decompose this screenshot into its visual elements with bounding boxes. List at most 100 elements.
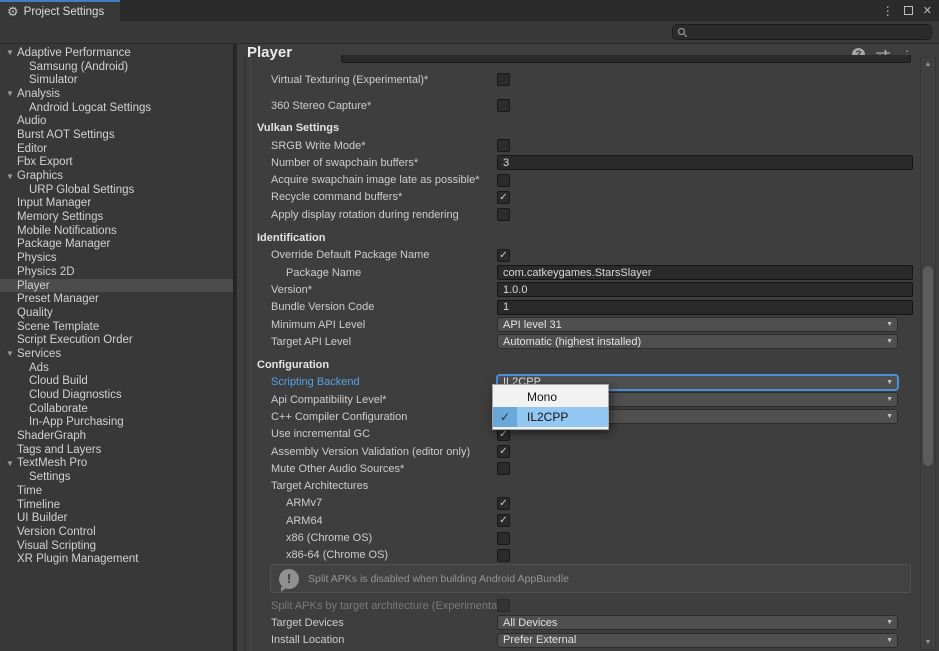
foldout-triangle-icon[interactable]: ▼ [4,89,17,98]
checkbox-apply-display-rotation-during-rendering[interactable] [497,208,510,222]
setting-label: C++ Compiler Configuration [271,410,408,423]
sidebar-item-mobile-notifications[interactable]: Mobile Notifications [0,224,233,238]
sidebar-item-input-manager[interactable]: Input Manager [0,197,233,211]
scrollbar-thumb[interactable] [923,266,933,466]
sidebar-item-fbx-export[interactable]: Fbx Export [0,156,233,170]
sidebar-item-analysis[interactable]: ▼ Analysis [0,87,233,101]
control-cell: ✓ [497,190,913,204]
dropdown-target-devices[interactable]: All Devices ▼ [497,615,898,631]
control-cell [497,599,913,613]
textfield-version[interactable] [497,282,913,298]
setting-label: Package Name [286,266,362,279]
foldout-triangle-icon[interactable]: ▼ [4,48,17,57]
checkbox-srgb-write-mode[interactable] [497,139,510,153]
dropdown-option-il2cpp[interactable]: ✓ IL2CPP [493,407,608,427]
dropdown-target-api-level[interactable]: Automatic (highest installed) ▼ [497,334,898,350]
setting-label: Mute Other Audio Sources* [271,462,405,475]
checkbox-assembly-version-validation-editor-only[interactable]: ✓ [497,445,510,459]
setting-row-srgb-write-mode: SRGB Write Mode* [237,137,913,154]
sidebar-item-quality[interactable]: Quality [0,306,233,320]
scroll-down-icon[interactable]: ▼ [921,639,935,646]
sidebar-item-tags-and-layers[interactable]: Tags and Layers [0,443,233,457]
setting-row-mute-other-audio-sources: Mute Other Audio Sources* [237,460,913,477]
foldout-triangle-icon[interactable]: ▼ [4,172,17,181]
control-cell [497,208,913,222]
sidebar-item-audio[interactable]: Audio [0,114,233,128]
sidebar-item-player[interactable]: Player [0,278,233,293]
sidebar-item-adaptive-performance[interactable]: ▼ Adaptive Performance [0,46,233,60]
checkmark-icon: ✓ [499,446,508,458]
vertical-scrollbar[interactable]: ▲ ▼ [920,57,936,650]
sidebar-item-package-manager[interactable]: Package Manager [0,238,233,252]
dropdown-install-location[interactable]: Prefer External ▼ [497,632,898,648]
sidebar-item-cloud-build[interactable]: Cloud Build [0,375,233,389]
info-message: Split APKs is disabled when building And… [308,572,569,585]
sidebar-item-graphics[interactable]: ▼ Graphics [0,169,233,183]
chevron-down-icon: ▼ [886,321,893,328]
search-box[interactable] [672,24,932,40]
checkbox-x86-chrome-os[interactable] [497,531,510,545]
sidebar-list: ▼ Adaptive Performance Samsung (Android) Si… [0,46,233,566]
dropdown-minimum-api-level[interactable]: API level 31 ▼ [497,317,898,332]
sidebar-item-android-logcat-settings[interactable]: Android Logcat Settings [0,101,233,115]
sidebar-item-cloud-diagnostics[interactable]: Cloud Diagnostics [0,388,233,402]
sidebar-item-label: Memory Settings [17,211,104,224]
checkbox-360-stereo-capture[interactable] [497,99,510,113]
sidebar-item-version-control[interactable]: Version Control [0,525,233,539]
sidebar-item-preset-manager[interactable]: Preset Manager [0,292,233,306]
checkbox-acquire-swapchain-image-late-as-possible[interactable] [497,173,510,187]
sidebar-item-ui-builder[interactable]: UI Builder [0,511,233,525]
checkbox-arm64[interactable]: ✓ [497,514,510,528]
sidebar-item-xr-plugin-management[interactable]: XR Plugin Management [0,552,233,566]
sidebar-item-label: Preset Manager [17,293,99,306]
sidebar-item-physics-2d[interactable]: Physics 2D [0,265,233,279]
search-input[interactable] [691,26,931,38]
textfield-package-name[interactable] [497,265,913,281]
maximize-icon[interactable] [903,6,913,15]
sidebar-item-urp-global-settings[interactable]: URP Global Settings [0,183,233,197]
sidebar-item-label: UI Builder [17,512,68,525]
setting-row-x86-chrome-os: x86 (Chrome OS) [237,529,913,546]
sidebar-item-shadergraph[interactable]: ShaderGraph [0,429,233,443]
sidebar-item-simulator[interactable]: Simulator [0,73,233,87]
sidebar-item-in-app-purchasing[interactable]: In-App Purchasing [0,416,233,430]
foldout-triangle-icon[interactable]: ▼ [4,349,17,358]
tab-project-settings[interactable]: ⚙ Project Settings [0,0,120,21]
dropdown-value: Automatic (highest installed) [503,335,642,348]
sidebar-item-services[interactable]: ▼ Services [0,347,233,361]
checkbox-x86-64-chrome-os[interactable] [497,548,510,562]
checkmark-icon: ✓ [493,407,517,427]
sidebar-item-timeline[interactable]: Timeline [0,498,233,512]
sidebar-item-burst-aot-settings[interactable]: Burst AOT Settings [0,128,233,142]
setting-row-360-stereo-capture: 360 Stereo Capture* [237,97,913,114]
foldout-triangle-icon[interactable]: ▼ [4,459,17,468]
sidebar-item-collaborate[interactable]: Collaborate [0,402,233,416]
sidebar-item-editor[interactable]: Editor [0,142,233,156]
sidebar-item-label: Audio [17,115,47,128]
checkbox-mute-other-audio-sources[interactable] [497,462,510,476]
checkbox-override-default-package-name[interactable]: ✓ [497,248,510,262]
sidebar-item-ads[interactable]: Ads [0,361,233,375]
textfield-bundle-version-code[interactable] [497,299,913,315]
sidebar-item-memory-settings[interactable]: Memory Settings [0,210,233,224]
scroll-up-icon[interactable]: ▲ [921,61,935,68]
sidebar-item-samsung-android[interactable]: Samsung (Android) [0,60,233,74]
checkbox-split-apks-by-target-architecture-experimenta [497,599,510,613]
checkbox-armv7[interactable]: ✓ [497,496,510,510]
sidebar-item-scene-template[interactable]: Scene Template [0,320,233,334]
window-menu-icon[interactable]: ⋮ [882,4,894,18]
sidebar-item-time[interactable]: Time [0,484,233,498]
chevron-down-icon: ▼ [886,396,893,404]
textfield-number-of-swapchain-buffers[interactable] [497,155,913,171]
setting-label: ARMv7 [286,497,323,510]
sidebar-item-settings[interactable]: Settings [0,470,233,484]
close-icon[interactable]: ✕ [923,4,932,17]
checkbox-virtual-texturing-experimental[interactable] [497,73,510,87]
setting-label: Scripting Backend [271,376,360,389]
sidebar-item-physics[interactable]: Physics [0,251,233,265]
dropdown-option-mono[interactable]: Mono [493,387,608,407]
sidebar-item-textmesh-pro[interactable]: ▼ TextMesh Pro [0,457,233,471]
sidebar-item-visual-scripting[interactable]: Visual Scripting [0,539,233,553]
sidebar-item-script-execution-order[interactable]: Script Execution Order [0,333,233,347]
checkbox-recycle-command-buffers[interactable]: ✓ [497,190,510,204]
